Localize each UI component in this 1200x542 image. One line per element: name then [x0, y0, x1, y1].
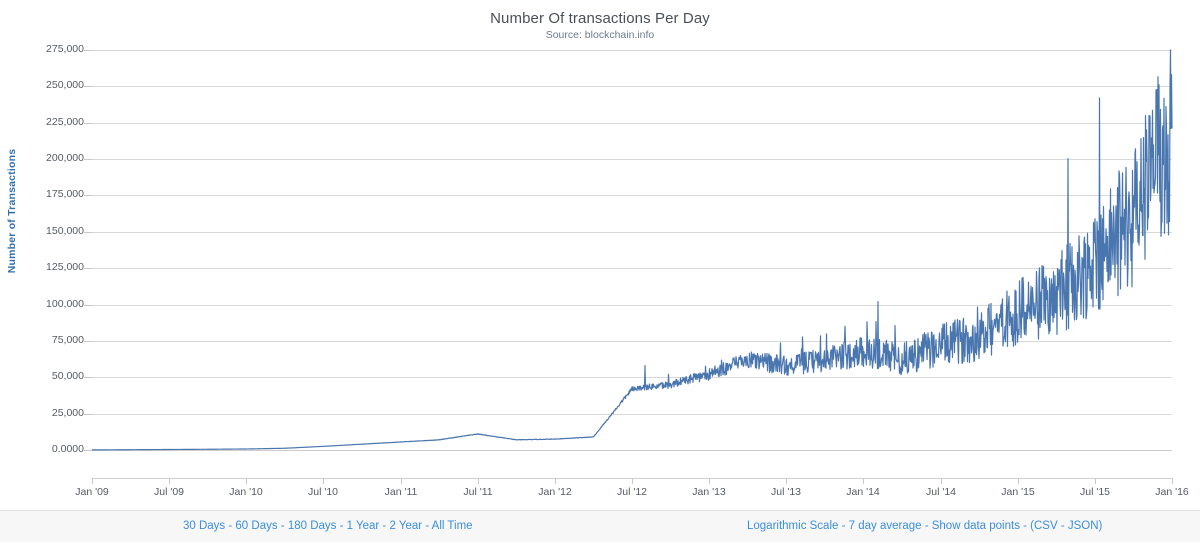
x-tick-mark: [863, 478, 864, 484]
y-tick-label: 250,000: [46, 79, 84, 92]
x-tick-mark: [401, 478, 402, 484]
x-tick-mark: [709, 478, 710, 484]
x-tick-mark: [941, 478, 942, 484]
y-tick-mark: [84, 413, 92, 415]
y-tick-mark: [84, 304, 92, 306]
y-tick-label: 275,000: [46, 43, 84, 55]
y-tick-label: 125,000: [46, 261, 84, 274]
plot-area: [91, 49, 1173, 451]
x-tick-mark: [169, 478, 170, 484]
y-tick-mark: [84, 159, 92, 161]
x-tick-label: Jul '10: [307, 486, 339, 498]
y-tick-label: 175,000: [46, 188, 84, 201]
x-tick-mark: [478, 478, 479, 484]
x-tick-mark: [786, 478, 787, 484]
x-tick-mark: [1172, 478, 1173, 484]
y-tick-label: 150,000: [46, 224, 84, 237]
y-tick-label: 50,000: [51, 370, 84, 383]
y-tick-mark: [84, 268, 92, 270]
chart-container: Number Of transactions Per Day Source: b…: [0, 0, 1200, 510]
transactions-series-path: [91, 49, 1173, 451]
chart-title: Number Of transactions Per Day: [490, 10, 710, 27]
x-tick-mark: [323, 478, 324, 484]
x-tick-mark: [555, 478, 556, 484]
y-tick-mark: [84, 86, 92, 88]
y-tick-label: 25,000: [51, 406, 84, 419]
y-tick-label: 225,000: [46, 115, 84, 128]
x-tick-mark: [1018, 478, 1019, 484]
y-tick-label: 200,000: [46, 152, 84, 165]
y-tick-label: 75,000: [51, 333, 84, 346]
footer-bar: 30 Days - 60 Days - 180 Days - 1 Year - …: [0, 510, 1200, 542]
x-tick-mark: [246, 478, 247, 484]
y-tick-mark: [84, 195, 92, 197]
y-tick-mark: [84, 231, 92, 233]
y-tick-mark: [84, 377, 92, 379]
x-tick-label: Jan '14: [846, 486, 880, 498]
chart-subtitle-source: Source: blockchain.info: [545, 29, 655, 41]
y-tick-mark: [84, 50, 92, 51]
gridline: [92, 450, 1172, 451]
y-tick-mark: [84, 122, 92, 124]
x-tick-label: Jan '16: [1155, 486, 1189, 498]
y-tick-mark: [84, 340, 92, 342]
series-line-chart: [91, 49, 1173, 451]
x-tick-mark: [92, 478, 93, 484]
y-tick-mark: [84, 450, 92, 451]
y-tick-label: 0.0000: [51, 443, 84, 455]
x-tick-mark: [632, 478, 633, 484]
x-tick-mark: [1095, 478, 1096, 484]
chart-option-links[interactable]: Logarithmic Scale - 7 day average - Show…: [747, 520, 1102, 532]
y-tick-label: 100,000: [46, 297, 84, 310]
timeframe-links[interactable]: 30 Days - 60 Days - 180 Days - 1 Year - …: [183, 520, 473, 532]
